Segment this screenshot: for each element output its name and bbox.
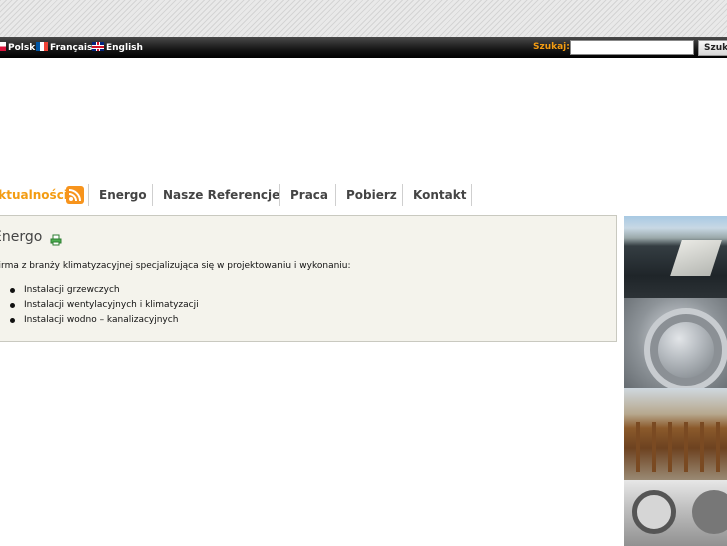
language-english-link[interactable]: English xyxy=(92,42,143,54)
nav-item-praca[interactable]: Praca xyxy=(290,184,328,206)
printer-icon[interactable] xyxy=(50,231,62,246)
nav-divider xyxy=(335,184,336,206)
list-item: Instalacji wodno – kanalizacyjnych xyxy=(0,314,199,329)
nav-item-aktualnosci[interactable]: Aktualności xyxy=(0,184,68,206)
search-input[interactable] xyxy=(570,40,694,55)
nav-item-nasze-referencje[interactable]: Nasze Referencje xyxy=(163,184,280,206)
list-item: Instalacji wentylacyjnych i klimatyzacji xyxy=(0,299,199,314)
search-button[interactable]: Szukaj xyxy=(698,40,727,56)
poland-flag-icon xyxy=(0,42,6,51)
intro-text: Firma z branży klimatyzacyjnej specjaliz… xyxy=(0,261,351,271)
page-title: Energo xyxy=(0,229,43,245)
rss-icon[interactable] xyxy=(66,186,84,204)
nav-item-energo[interactable]: Energo xyxy=(99,184,147,206)
header-pattern-band xyxy=(0,0,727,37)
nav-divider xyxy=(152,184,153,206)
language-francais-link[interactable]: Français xyxy=(36,42,92,54)
ductwork-photo xyxy=(624,298,727,388)
search-label: Szukaj: xyxy=(533,42,570,52)
rooftop-hvac-photo xyxy=(624,216,727,298)
uk-flag-icon xyxy=(92,42,104,51)
nav-divider xyxy=(471,184,472,206)
services-list: Instalacji grzewczych Instalacji wentyla… xyxy=(0,284,199,329)
nav-divider xyxy=(402,184,403,206)
side-photo-strip xyxy=(622,216,727,546)
ducts-closeup-photo xyxy=(624,480,727,546)
nav-divider xyxy=(88,184,89,206)
nav-divider xyxy=(279,184,280,206)
nav-item-pobierz[interactable]: Pobierz xyxy=(346,184,397,206)
language-polski-link[interactable]: Polski xyxy=(0,42,38,54)
construction-photo xyxy=(624,388,727,480)
nav-item-kontakt[interactable]: Kontakt xyxy=(413,184,466,206)
list-item: Instalacji grzewczych xyxy=(0,284,199,299)
france-flag-icon xyxy=(36,42,48,51)
